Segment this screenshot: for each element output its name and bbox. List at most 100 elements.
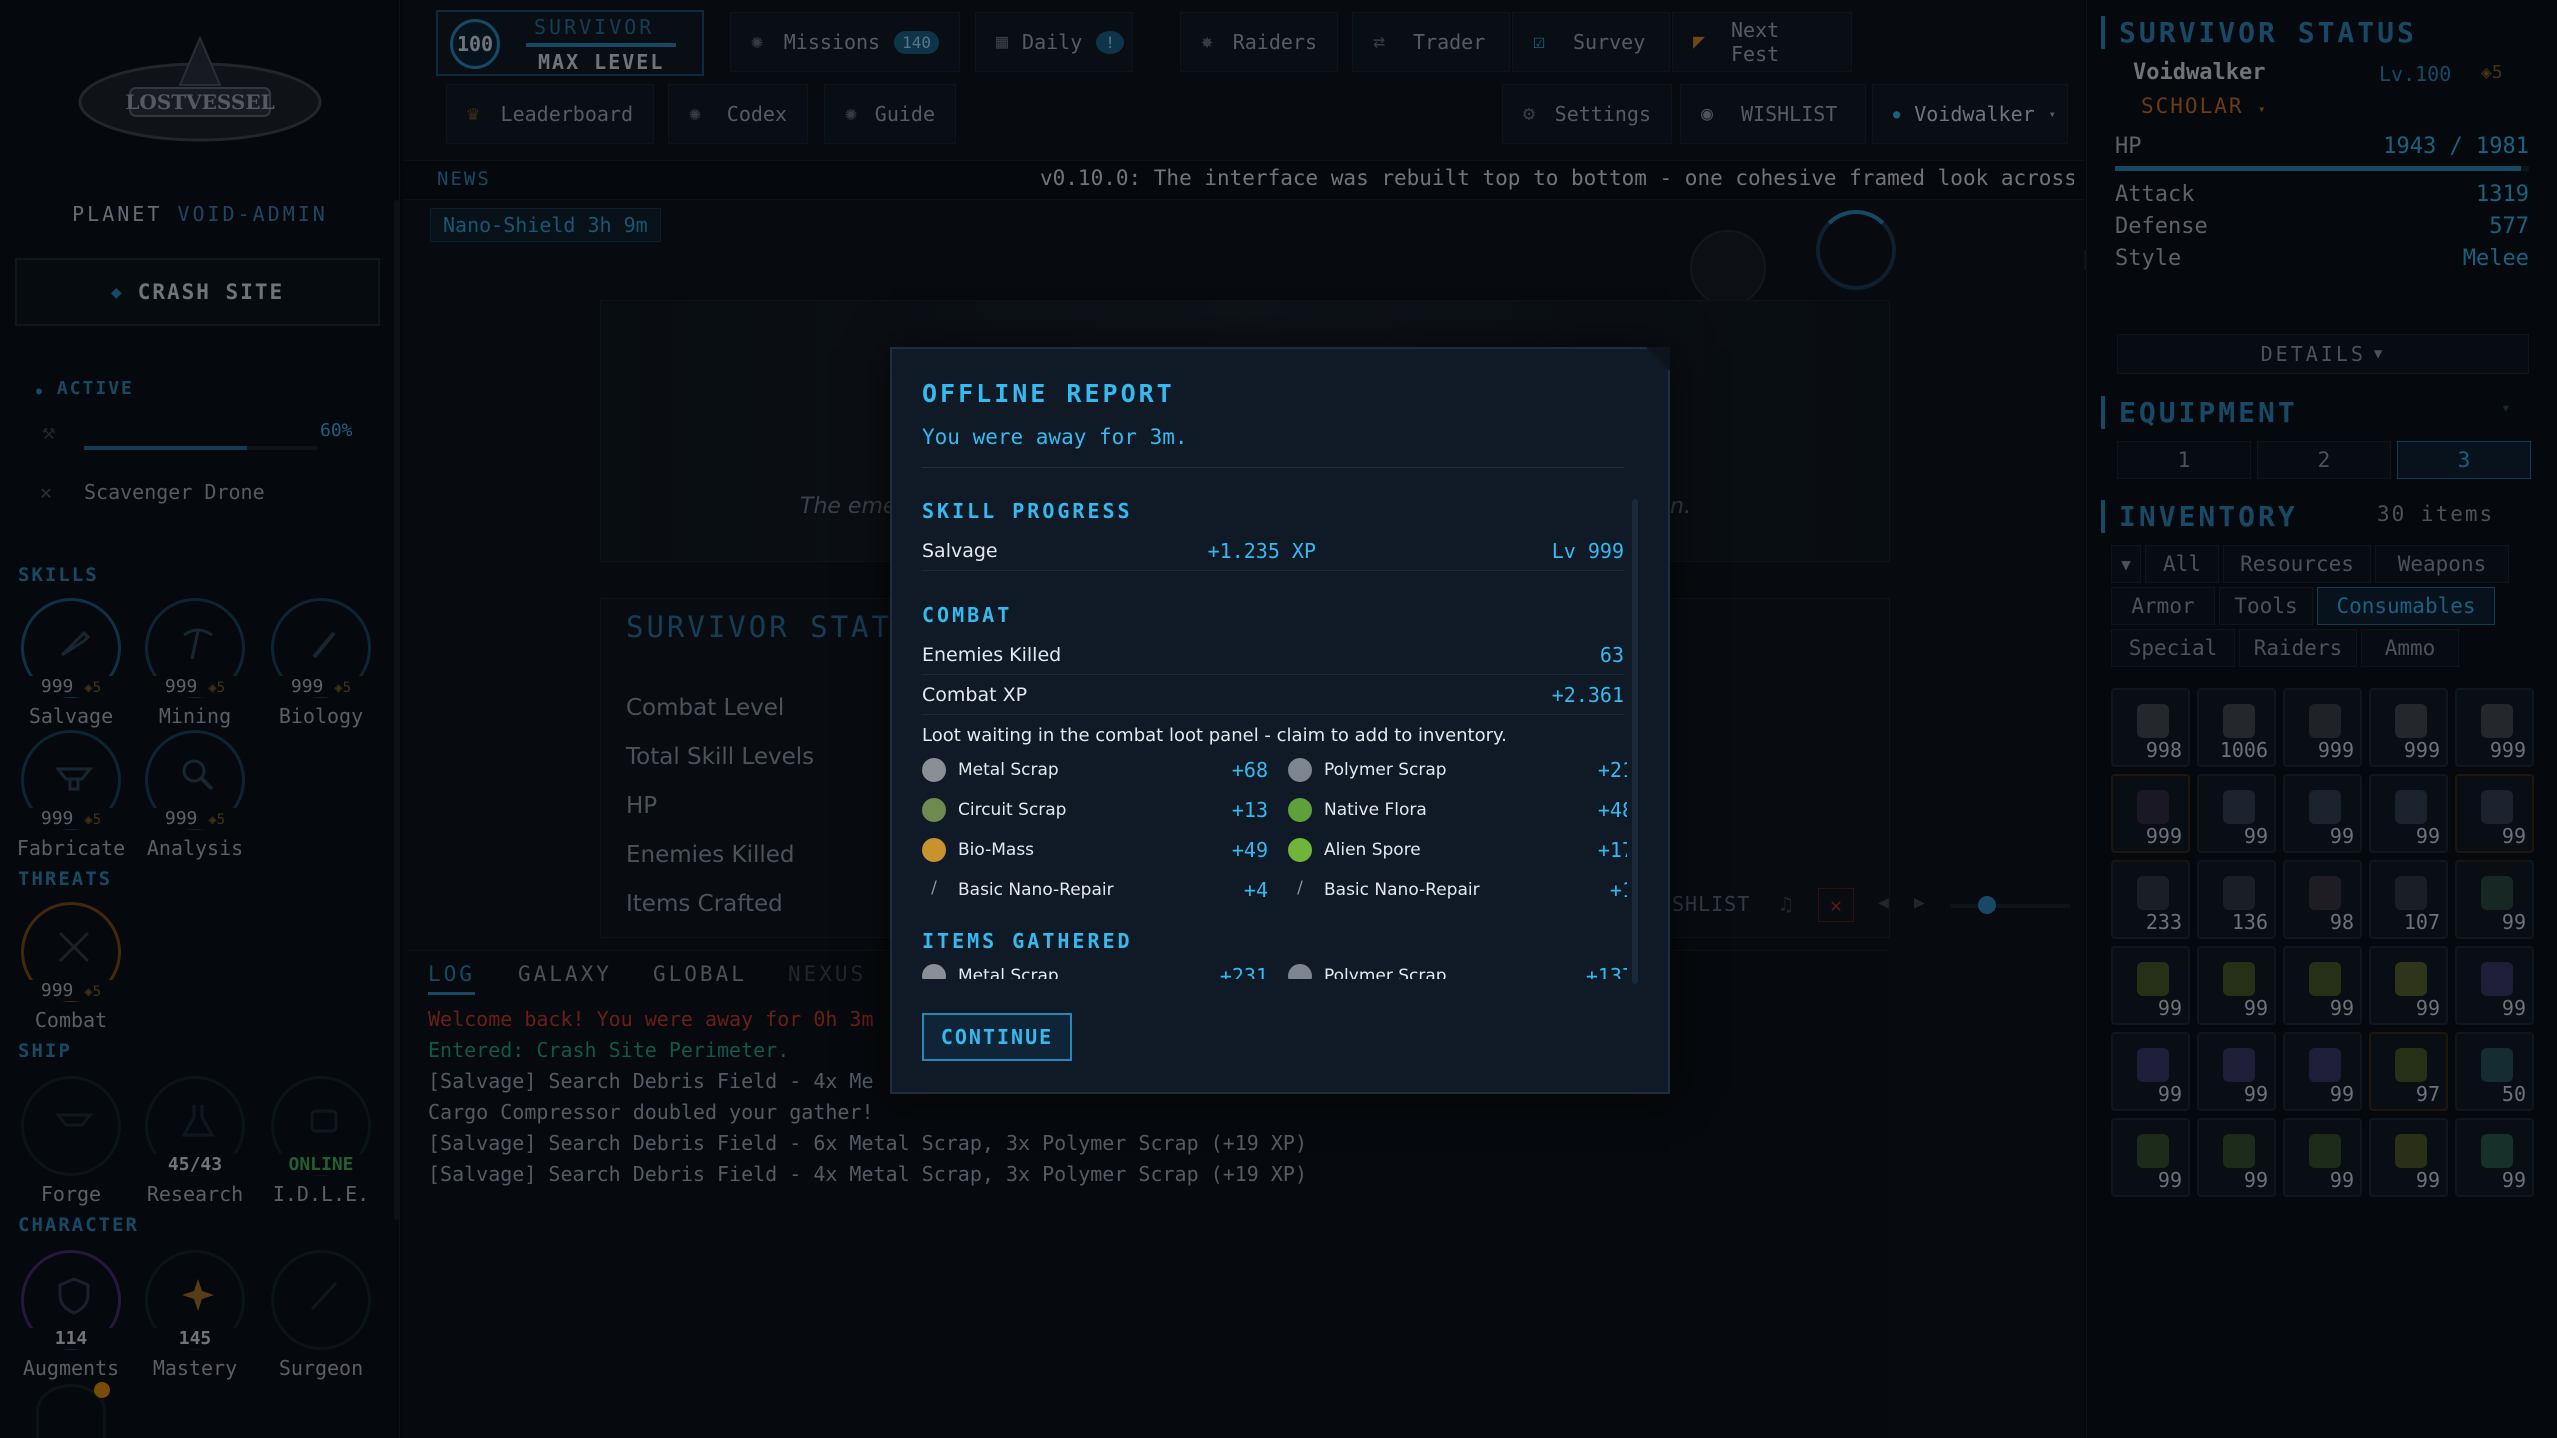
daily-button[interactable]: ▦ Daily!: [975, 12, 1133, 72]
equip-tab-2[interactable]: 2: [2257, 441, 2391, 479]
survivor-level: Lv.100: [2379, 62, 2452, 86]
filter-ammo[interactable]: Ammo: [2361, 629, 2459, 667]
skill-salvage[interactable]: 999 ◈5 Salvage: [16, 598, 126, 728]
item-icon: [2223, 1048, 2255, 1082]
survivor-class[interactable]: SCHOLAR ▾: [2141, 94, 2267, 118]
skill-fabricate[interactable]: 999 ◈5 Fabricate: [16, 730, 126, 860]
skill-name: Biology: [278, 704, 364, 728]
settings-button[interactable]: ⚙ Settings: [1502, 84, 1672, 144]
inventory-slot[interactable]: 97: [2369, 1032, 2448, 1111]
inventory-slot[interactable]: 99: [2455, 1118, 2534, 1197]
inventory-slot[interactable]: 99: [2369, 946, 2448, 1025]
character-surgeon[interactable]: Surgeon: [266, 1250, 376, 1380]
ship-idle[interactable]: ONLINE I.D.L.E.: [266, 1076, 376, 1206]
chevron-down-icon[interactable]: ▾: [2501, 398, 2511, 417]
details-toggle[interactable]: DETAILS ▼: [2117, 334, 2529, 374]
daily-alert: !: [1096, 30, 1124, 54]
character-augments[interactable]: 114 Augments: [16, 1250, 126, 1380]
ship-forge[interactable]: Forge: [16, 1076, 126, 1206]
continue-button[interactable]: CONTINUE: [922, 1013, 1072, 1061]
inventory-slot[interactable]: 99: [2197, 1032, 2276, 1111]
inventory-slot[interactable]: 999: [2455, 688, 2534, 767]
inventory-slot[interactable]: 107: [2369, 860, 2448, 939]
item-quantity: 99: [2157, 1082, 2182, 1106]
planet-line: PLANET VOID-ADMIN: [0, 202, 400, 226]
mute-icon[interactable]: ✕: [1818, 888, 1854, 922]
polymer-scrap-icon: [1288, 964, 1312, 979]
survivor-level-badge[interactable]: 100 SURVIVOR MAX LEVEL: [436, 10, 704, 76]
tab-log[interactable]: LOG: [428, 962, 475, 995]
inventory-slot[interactable]: 99: [2197, 1118, 2276, 1197]
filter-collapse-icon[interactable]: ▼: [2111, 545, 2141, 583]
inventory-slot[interactable]: 999: [2111, 774, 2190, 853]
daily-label: Daily: [1022, 30, 1083, 54]
inventory-slot[interactable]: 99: [2283, 1118, 2362, 1197]
pickaxe-icon: [183, 628, 213, 660]
skill-mining[interactable]: 999 ◈5 Mining: [140, 598, 250, 728]
inventory-slot[interactable]: 99: [2283, 946, 2362, 1025]
user-menu[interactable]: ● Voidwalker ▾: [1872, 84, 2068, 144]
prev-track-icon[interactable]: ◀: [1878, 892, 1889, 913]
filter-raiders[interactable]: Raiders: [2239, 629, 2357, 667]
inventory-slot[interactable]: 50: [2455, 1032, 2534, 1111]
inventory-slot[interactable]: 999: [2369, 688, 2448, 767]
filter-resources[interactable]: Resources: [2223, 545, 2371, 583]
filter-weapons[interactable]: Weapons: [2375, 545, 2509, 583]
next-track-icon[interactable]: ▶: [1914, 892, 1925, 913]
crash-site-button[interactable]: ◆ CRASH SITE: [15, 258, 380, 326]
inventory-slot[interactable]: 233: [2111, 860, 2190, 939]
music-icon[interactable]: ♫: [1780, 892, 1792, 916]
character-mastery[interactable]: 145 Mastery: [140, 1250, 250, 1380]
skill-combat[interactable]: 999 ◈5 Combat: [16, 902, 126, 1032]
wishlist-button[interactable]: ◉ WISHLIST: [1680, 84, 1866, 144]
survey-button[interactable]: ☑ Survey: [1512, 12, 1670, 72]
inventory-slot[interactable]: 99: [2369, 1118, 2448, 1197]
item-icon: [2309, 962, 2341, 996]
inventory-slot[interactable]: 99: [2283, 774, 2362, 853]
inventory-slot[interactable]: 99: [2455, 774, 2534, 853]
sidebar-scrollbar[interactable]: [394, 200, 399, 1220]
boss-avatar[interactable]: [1690, 230, 1766, 306]
skill-biology[interactable]: 999 ◈5 Biology: [266, 598, 376, 728]
inventory-slot[interactable]: 99: [2283, 1032, 2362, 1111]
filter-consumables[interactable]: Consumables: [2317, 587, 2495, 625]
missions-button[interactable]: ✺ Missions 140: [730, 12, 960, 72]
equip-tab-1[interactable]: 1: [2117, 441, 2251, 479]
filter-armor[interactable]: Armor: [2111, 587, 2215, 625]
ship-research[interactable]: 45/43 Research: [140, 1076, 250, 1206]
inventory-slot[interactable]: 99: [2369, 774, 2448, 853]
filter-tools[interactable]: Tools: [2219, 587, 2313, 625]
guide-button[interactable]: ✺ Guide: [824, 84, 956, 144]
inventory-slot[interactable]: 99: [2455, 860, 2534, 939]
buff-chip[interactable]: Nano-Shield 3h 9m: [430, 208, 661, 242]
trader-button[interactable]: ⇄ Trader: [1352, 12, 1510, 72]
inventory-slot[interactable]: 99: [2455, 946, 2534, 1025]
inventory-slot[interactable]: 999: [2283, 688, 2362, 767]
item-icon: [2481, 704, 2513, 738]
next-fest-button[interactable]: ◤ Next Fest: [1672, 12, 1852, 72]
leaderboard-button[interactable]: ♛ Leaderboard: [446, 84, 654, 144]
inventory-slot[interactable]: 99: [2111, 1032, 2190, 1111]
tab-global[interactable]: GLOBAL: [653, 962, 747, 986]
tab-nexus[interactable]: NEXUS: [788, 962, 866, 986]
modal-scrollbar[interactable]: [1632, 499, 1638, 984]
volume-handle[interactable]: [1978, 896, 1996, 914]
inventory-slot[interactable]: 98: [2283, 860, 2362, 939]
inventory-slot[interactable]: 99: [2111, 1118, 2190, 1197]
filter-special[interactable]: Special: [2111, 629, 2235, 667]
planet-name: VOID-ADMIN: [177, 202, 328, 226]
inventory-slot[interactable]: 99: [2197, 774, 2276, 853]
inventory-slot[interactable]: 1006: [2197, 688, 2276, 767]
volume-slider[interactable]: [1950, 904, 2070, 908]
raiders-button[interactable]: ✸ Raiders: [1180, 12, 1338, 72]
filter-all[interactable]: All: [2145, 545, 2219, 583]
skill-analysis[interactable]: 999 ◈5 Analysis: [140, 730, 250, 860]
inventory-slot[interactable]: 998: [2111, 688, 2190, 767]
inventory-slot[interactable]: 99: [2111, 946, 2190, 1025]
tab-galaxy[interactable]: GALAXY: [518, 962, 612, 986]
inventory-slot[interactable]: 136: [2197, 860, 2276, 939]
inventory-slot[interactable]: 99: [2197, 946, 2276, 1025]
codex-button[interactable]: ✺ Codex: [668, 84, 808, 144]
equip-tab-3[interactable]: 3: [2397, 441, 2531, 479]
item-quantity: 99: [2243, 996, 2268, 1020]
